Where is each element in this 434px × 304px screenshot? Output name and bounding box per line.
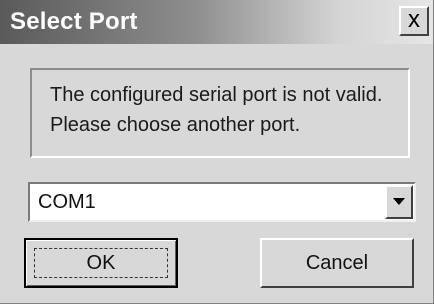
message-panel: The configured serial port is not valid.…	[30, 68, 410, 158]
close-icon: x	[408, 6, 420, 33]
ok-button-label: OK	[86, 252, 116, 274]
port-select[interactable]: COM1	[28, 182, 416, 222]
message-line-1: The configured serial port is not valid.	[50, 84, 383, 106]
select-port-dialog: Select Port x The configured serial port…	[0, 0, 434, 304]
dialog-title: Select Port	[10, 8, 138, 35]
close-button[interactable]: x	[399, 6, 429, 36]
message-line-2: Please choose another port.	[50, 114, 301, 136]
ok-button[interactable]: OK	[24, 238, 178, 288]
chevron-down-icon[interactable]	[385, 185, 413, 219]
cancel-button-label: Cancel	[305, 252, 369, 274]
title-bar: Select Port x	[0, 0, 433, 44]
port-select-value: COM1	[38, 191, 96, 213]
cancel-button[interactable]: Cancel	[260, 238, 414, 288]
